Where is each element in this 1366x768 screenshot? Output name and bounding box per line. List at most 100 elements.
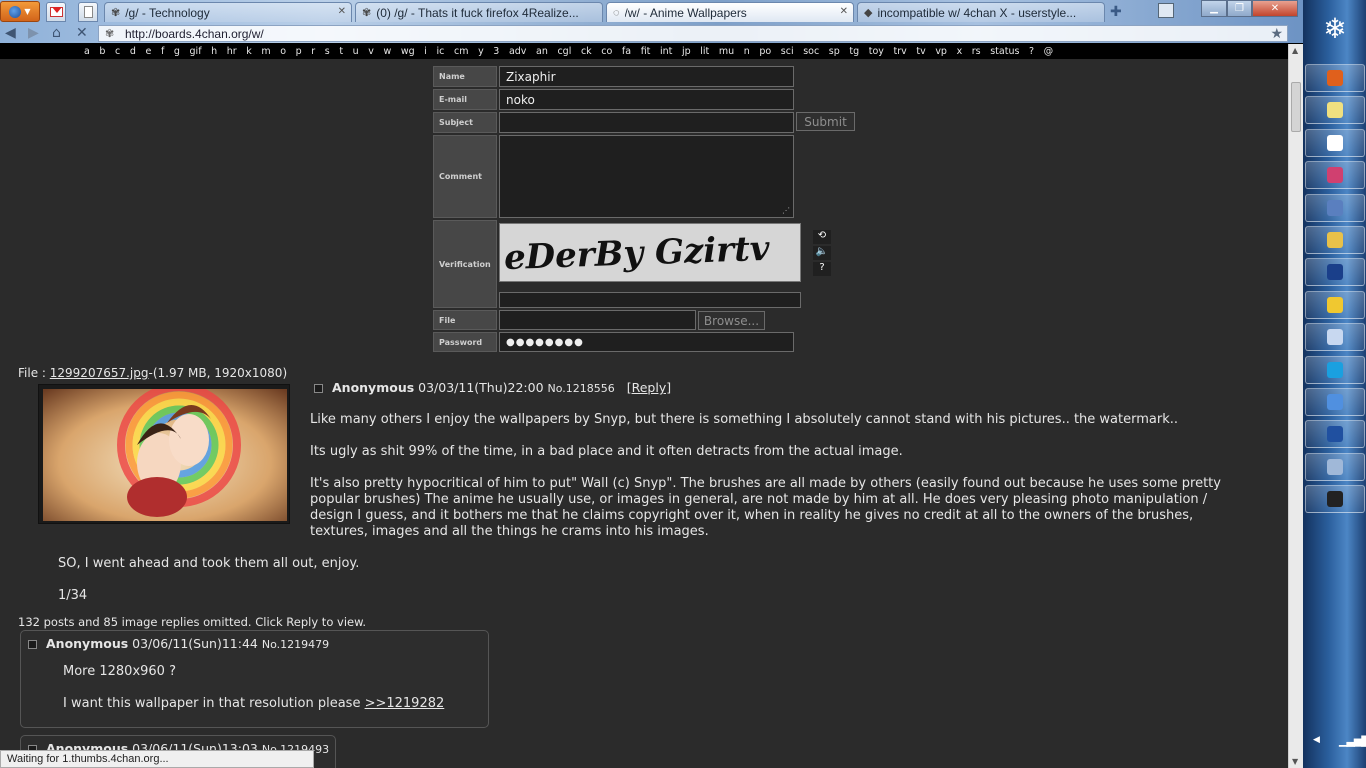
- taskbar-button[interactable]: [1305, 161, 1365, 190]
- board-link[interactable]: o: [280, 46, 286, 57]
- board-link[interactable]: h: [211, 46, 217, 57]
- new-tab-icon[interactable]: ✚: [1110, 4, 1122, 20]
- scroll-down-icon[interactable]: ▼: [1292, 757, 1298, 766]
- stop-icon[interactable]: ✕: [76, 25, 88, 41]
- subject-field[interactable]: [499, 112, 794, 133]
- password-field[interactable]: ●●●●●●●●: [499, 332, 794, 352]
- maximize-button[interactable]: ❐: [1227, 0, 1252, 17]
- board-link[interactable]: w: [384, 46, 392, 57]
- firefox-menu-button[interactable]: ▼: [0, 1, 40, 22]
- close-tab-icon[interactable]: ✕: [338, 6, 346, 17]
- start-button[interactable]: ❄: [1313, 8, 1357, 48]
- board-link[interactable]: ic: [437, 46, 445, 57]
- board-link[interactable]: fa: [622, 46, 631, 57]
- comment-textarea[interactable]: ⋰: [499, 135, 794, 218]
- submit-button[interactable]: Submit: [796, 112, 855, 131]
- board-link[interactable]: cm: [454, 46, 468, 57]
- board-link[interactable]: u: [353, 46, 359, 57]
- reload-captcha-icon[interactable]: ⟲: [813, 230, 831, 244]
- board-link[interactable]: ?: [1029, 46, 1034, 57]
- board-link[interactable]: tv: [916, 46, 925, 57]
- board-link[interactable]: @: [1044, 46, 1054, 57]
- name-field[interactable]: Zixaphir: [499, 66, 794, 87]
- taskbar-button[interactable]: [1305, 485, 1365, 514]
- board-link[interactable]: co: [601, 46, 612, 57]
- board-link[interactable]: toy: [869, 46, 884, 57]
- tab-userstyles[interactable]: ◆ incompatible w/ 4chan X - userstyle...: [857, 2, 1105, 22]
- taskbar-button[interactable]: [1305, 226, 1365, 254]
- taskbar-button[interactable]: [1305, 258, 1365, 287]
- resize-grip-icon[interactable]: ⋰: [782, 206, 790, 215]
- op-reply-link[interactable]: [Reply]: [627, 380, 671, 395]
- network-signal-icon[interactable]: ▁▃▅▇: [1339, 734, 1366, 747]
- list-all-tabs-icon[interactable]: [1158, 3, 1174, 18]
- taskbar-button[interactable]: [1305, 420, 1365, 449]
- reply-checkbox[interactable]: [28, 640, 37, 649]
- board-link[interactable]: po: [759, 46, 771, 57]
- captcha-response-field[interactable]: [499, 292, 801, 308]
- board-link[interactable]: x: [957, 46, 963, 57]
- taskbar-button[interactable]: [1305, 290, 1365, 319]
- board-link[interactable]: an: [536, 46, 548, 57]
- board-link[interactable]: i: [424, 46, 427, 57]
- home-icon[interactable]: ⌂: [52, 25, 61, 41]
- taskbar-button[interactable]: [1305, 452, 1365, 481]
- board-link[interactable]: vp: [935, 46, 947, 57]
- board-link[interactable]: f: [161, 46, 164, 57]
- board-link[interactable]: d: [130, 46, 136, 57]
- board-link[interactable]: gif: [190, 46, 202, 57]
- board-link[interactable]: b: [99, 46, 105, 57]
- email-field[interactable]: noko: [499, 89, 794, 110]
- board-link[interactable]: a: [84, 46, 90, 57]
- board-link[interactable]: t: [339, 46, 343, 57]
- browse-button[interactable]: Browse...: [698, 311, 765, 330]
- board-link[interactable]: n: [744, 46, 750, 57]
- board-link[interactable]: g: [174, 46, 180, 57]
- board-link[interactable]: c: [115, 46, 120, 57]
- close-window-button[interactable]: ✕: [1252, 0, 1298, 17]
- board-link[interactable]: v: [368, 46, 374, 57]
- board-link[interactable]: soc: [803, 46, 819, 57]
- board-link[interactable]: rs: [972, 46, 981, 57]
- tab-gmail-app[interactable]: [46, 2, 66, 22]
- board-link[interactable]: 3: [493, 46, 499, 57]
- board-link[interactable]: tg: [849, 46, 859, 57]
- minimize-button[interactable]: ▁: [1201, 0, 1227, 17]
- board-link[interactable]: sci: [781, 46, 794, 57]
- file-link[interactable]: 1299207657.jpg: [50, 366, 149, 380]
- tab-firefox-thread[interactable]: ✾ (0) /g/ - Thats it fuck firefox 4Reali…: [355, 2, 603, 22]
- board-link[interactable]: k: [246, 46, 252, 57]
- taskbar-button[interactable]: [1305, 193, 1365, 222]
- board-link[interactable]: status: [990, 46, 1019, 57]
- forward-icon[interactable]: ▶: [28, 25, 39, 41]
- op-thumbnail[interactable]: [38, 384, 290, 524]
- op-post-number[interactable]: No.1218556: [548, 382, 615, 395]
- board-link[interactable]: fit: [641, 46, 651, 57]
- op-checkbox[interactable]: [314, 384, 323, 393]
- board-link[interactable]: ck: [581, 46, 592, 57]
- tab-technology[interactable]: ✾ /g/ - Technology ✕: [104, 2, 352, 22]
- board-link[interactable]: hr: [227, 46, 237, 57]
- tab-anime-wallpapers[interactable]: ◌ /w/ - Anime Wallpapers ✕: [606, 2, 854, 22]
- taskbar-button[interactable]: [1305, 388, 1365, 416]
- board-link[interactable]: wg: [401, 46, 415, 57]
- board-link[interactable]: e: [146, 46, 152, 57]
- board-link[interactable]: int: [660, 46, 672, 57]
- tab-blank-app[interactable]: [78, 2, 98, 22]
- taskbar-button[interactable]: [1305, 96, 1365, 125]
- board-link[interactable]: sp: [829, 46, 840, 57]
- board-link[interactable]: mu: [719, 46, 734, 57]
- reply-post-number[interactable]: No.1219479: [262, 638, 329, 651]
- help-captcha-icon[interactable]: ?: [813, 262, 831, 276]
- taskbar-button[interactable]: [1305, 355, 1365, 384]
- board-link[interactable]: m: [261, 46, 270, 57]
- audio-captcha-icon[interactable]: 🔈: [813, 246, 831, 260]
- vertical-scrollbar[interactable]: ▲ ▼: [1288, 44, 1303, 768]
- taskbar-button[interactable]: [1305, 323, 1365, 352]
- file-path-field[interactable]: [499, 310, 696, 330]
- board-link[interactable]: y: [478, 46, 484, 57]
- taskbar-button[interactable]: [1305, 128, 1365, 157]
- url-bar[interactable]: ✾ http://boards.4chan.org/w/ ★: [98, 25, 1288, 42]
- quote-link[interactable]: >>1219282: [365, 696, 445, 711]
- board-link[interactable]: lit: [700, 46, 709, 57]
